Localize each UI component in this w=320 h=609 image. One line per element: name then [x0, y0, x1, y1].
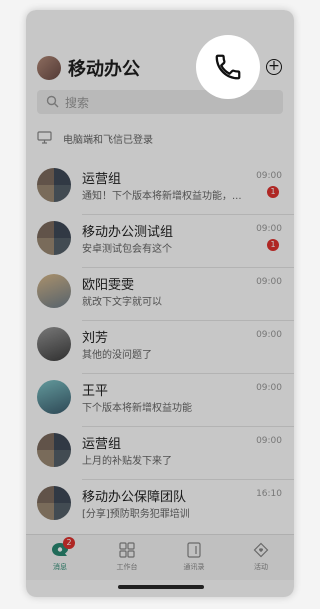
grid-icon: [119, 542, 135, 558]
chat-name: 移动办公保障团队: [82, 490, 187, 505]
unread-badge: 1: [267, 186, 279, 198]
list-item[interactable]: 运营组 上月的补贴发下来了 09:00: [26, 427, 294, 480]
login-notice-text: 电脑端和飞信已登录: [63, 135, 153, 146]
tab-label: 活动: [254, 563, 268, 571]
avatar: [37, 486, 71, 520]
bottom-tab-bar: 消息 2 工作台 通讯录 活动: [26, 534, 294, 580]
avatar: [37, 274, 71, 308]
chat-time: 09:00: [256, 171, 282, 181]
tab-contacts[interactable]: 通讯录: [169, 539, 219, 572]
chat-name: 刘芳: [82, 331, 109, 346]
chat-time: 09:00: [256, 277, 282, 287]
avatar: [37, 221, 71, 255]
chat-time: 09:00: [256, 330, 282, 340]
avatar: [37, 168, 71, 202]
list-item[interactable]: 移动办公保障团队 [分享]预防职务犯罪培训 16:10: [26, 480, 294, 533]
page-title: 移动办公: [68, 59, 140, 80]
avatar: [37, 380, 71, 414]
list-item[interactable]: 欧阳雯雯 就改下文字就可以 09:00: [26, 268, 294, 321]
chat-name: 运营组: [82, 437, 122, 452]
chat-time: 09:00: [256, 383, 282, 393]
avatar: [37, 327, 71, 361]
login-notice[interactable]: 电脑端和飞信已登录: [37, 128, 283, 148]
list-item[interactable]: 王平 下个版本将新增权益功能 09:00: [26, 374, 294, 427]
chat-time: 16:10: [256, 489, 282, 499]
search-input[interactable]: 搜索: [37, 90, 283, 114]
chat-message: 通知！下个版本将新增权益功能，...: [82, 191, 242, 202]
chat-name: 欧阳雯雯: [82, 278, 135, 293]
chat-message: 上月的补贴发下来了: [82, 456, 172, 467]
tab-label: 消息: [53, 563, 67, 571]
chat-message: 安卓测试包会有这个: [82, 244, 172, 255]
chat-list-screen: 移动办公 + 搜索 电脑端和飞信已登录 运营组 通知！下个版本将新增权益功能，.…: [26, 10, 294, 597]
list-item[interactable]: 移动办公测试组 安卓测试包会有这个 09:00 1: [26, 215, 294, 268]
phone-icon: [215, 54, 241, 80]
chat-message: 下个版本将新增权益功能: [82, 403, 192, 414]
tab-badge: 2: [63, 537, 75, 549]
heart-diamond-icon: [253, 542, 269, 558]
unread-badge: 1: [267, 239, 279, 251]
search-icon: [46, 95, 59, 108]
tab-label: 通讯录: [183, 563, 205, 571]
search-placeholder: 搜索: [65, 96, 90, 110]
chat-message: [分享]预防职务犯罪培训: [82, 509, 190, 520]
list-item[interactable]: 刘芳 其他的没问题了 09:00: [26, 321, 294, 374]
tab-label: 工作台: [116, 563, 138, 571]
tab-activities[interactable]: 活动: [236, 539, 286, 572]
avatar: [37, 433, 71, 467]
chat-time: 09:00: [256, 436, 282, 446]
call-button[interactable]: [196, 35, 260, 99]
tab-messages[interactable]: 消息 2: [35, 537, 85, 572]
avatar[interactable]: [37, 56, 61, 80]
chat-name: 王平: [82, 384, 109, 399]
chat-time: 09:00: [256, 224, 282, 234]
home-indicator: [118, 585, 204, 589]
chat-name: 运营组: [82, 172, 122, 187]
phone-frame: 移动办公 + 搜索 电脑端和飞信已登录 运营组 通知！下个版本将新增权益功能，.…: [26, 10, 294, 597]
chat-name: 移动办公测试组: [82, 225, 174, 240]
tab-workbench[interactable]: 工作台: [102, 539, 152, 572]
chat-message: 就改下文字就可以: [82, 297, 162, 308]
list-item[interactable]: 运营组 通知！下个版本将新增权益功能，... 09:00 1: [26, 162, 294, 215]
chat-message: 其他的没问题了: [82, 350, 152, 361]
plus-circle-icon[interactable]: +: [266, 59, 282, 75]
contacts-icon: [187, 542, 201, 558]
monitor-icon: [37, 131, 52, 144]
